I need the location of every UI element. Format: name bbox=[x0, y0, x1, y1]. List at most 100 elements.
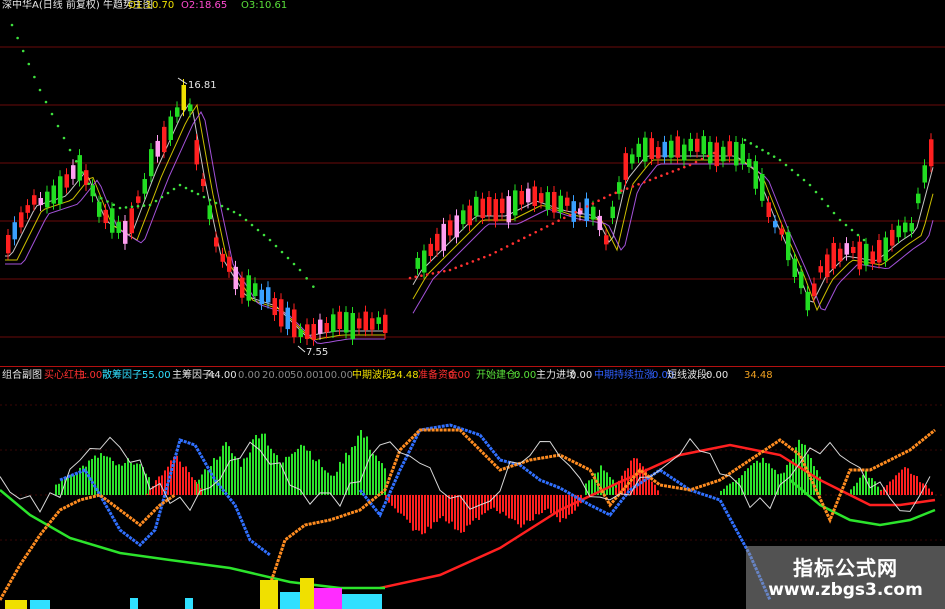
candle-body bbox=[844, 243, 849, 255]
candle-body bbox=[422, 250, 427, 273]
kline-chart-canvas[interactable]: 16.81 7.55 bbox=[0, 0, 945, 609]
support-dot bbox=[625, 187, 629, 190]
support-dot bbox=[545, 225, 549, 228]
green-bar bbox=[91, 458, 93, 495]
stop-dot bbox=[244, 218, 248, 222]
green-bar bbox=[339, 461, 341, 495]
stop-dot bbox=[38, 88, 42, 92]
support-dot bbox=[454, 266, 458, 270]
indicator-item: 44.00 bbox=[208, 370, 237, 381]
support-dot bbox=[528, 233, 532, 237]
support-dot bbox=[631, 185, 635, 188]
candle-body bbox=[467, 205, 472, 226]
support-dot bbox=[568, 213, 572, 217]
green-bar bbox=[76, 472, 78, 495]
green-bar bbox=[273, 453, 275, 495]
stop-dot bbox=[226, 207, 230, 211]
candle-body bbox=[162, 126, 167, 153]
green-bar bbox=[774, 469, 776, 495]
candle-body bbox=[201, 178, 206, 187]
stop-dot bbox=[184, 186, 188, 190]
stop-dot bbox=[93, 193, 97, 197]
candle-body bbox=[84, 170, 89, 186]
indicator-header: 组合副图 买心红柱: 1.00 散筹因子: 55.00 主筹因子: 44.00 0.00 20.… bbox=[0, 370, 945, 382]
red-bar bbox=[505, 495, 507, 516]
red-bar bbox=[403, 495, 405, 516]
stop-dot bbox=[106, 200, 109, 203]
candle-body bbox=[435, 233, 440, 251]
green-bar bbox=[336, 471, 338, 495]
candle-body bbox=[753, 161, 758, 189]
candle-body bbox=[526, 188, 531, 203]
candle-body bbox=[487, 197, 492, 216]
candle-body bbox=[415, 257, 420, 269]
green-bar bbox=[234, 456, 236, 495]
indicator-item: 50.00 bbox=[290, 370, 319, 381]
candle-body bbox=[58, 176, 63, 204]
candle-body bbox=[519, 190, 524, 205]
green-bar bbox=[73, 474, 75, 495]
green-bar bbox=[288, 456, 290, 495]
support-dot bbox=[488, 253, 492, 257]
stop-dot bbox=[784, 163, 788, 167]
red-bar bbox=[502, 495, 504, 512]
candle-body bbox=[32, 195, 37, 205]
candle-body bbox=[129, 208, 134, 234]
candle-body bbox=[916, 193, 921, 204]
candle-body bbox=[649, 138, 654, 159]
red-bar bbox=[400, 495, 402, 514]
red-bar bbox=[478, 495, 480, 520]
red-bar bbox=[179, 461, 181, 495]
candle-body bbox=[279, 299, 284, 327]
red-bar bbox=[421, 495, 423, 535]
green-bar bbox=[321, 467, 323, 495]
green-bar bbox=[55, 484, 57, 495]
support-dot bbox=[602, 196, 606, 200]
red-bar bbox=[158, 476, 160, 495]
candle-body bbox=[727, 141, 732, 157]
green-bar bbox=[729, 483, 731, 495]
green-bar bbox=[330, 475, 332, 495]
candle-body bbox=[103, 209, 108, 224]
support-dot bbox=[494, 250, 498, 254]
candle-body bbox=[12, 222, 17, 240]
red-bar bbox=[550, 495, 552, 514]
indicator-item: 100.00 bbox=[318, 370, 353, 381]
red-bar bbox=[436, 495, 438, 522]
green-bar bbox=[744, 471, 746, 495]
pane-divider[interactable] bbox=[0, 366, 945, 367]
green-bar bbox=[859, 477, 861, 495]
candle-body bbox=[513, 190, 518, 216]
green-bar bbox=[136, 463, 138, 495]
candle-body bbox=[597, 215, 602, 231]
candle-body bbox=[181, 84, 186, 111]
indicator-item: 20.00 bbox=[262, 370, 291, 381]
stop-dot bbox=[850, 228, 854, 232]
green-bar bbox=[130, 462, 132, 495]
green-bar bbox=[856, 482, 858, 495]
green-bar bbox=[312, 459, 314, 495]
green-bar bbox=[732, 482, 734, 495]
green-bar bbox=[118, 464, 120, 495]
candle-body bbox=[838, 248, 843, 262]
stop-dot bbox=[190, 189, 194, 193]
green-bar bbox=[738, 478, 740, 495]
candle-body bbox=[194, 140, 199, 165]
support-dot bbox=[660, 174, 663, 178]
green-bar bbox=[747, 468, 749, 495]
candle-body bbox=[461, 210, 466, 225]
red-bar bbox=[496, 495, 498, 512]
stop-dot bbox=[844, 223, 848, 227]
green-bar bbox=[762, 457, 764, 495]
red-bar bbox=[916, 476, 918, 495]
candle-body bbox=[285, 307, 290, 330]
candle-body bbox=[669, 140, 674, 158]
candle-body bbox=[454, 215, 459, 238]
candle-body bbox=[545, 192, 550, 210]
support-dot bbox=[614, 191, 618, 195]
stop-dot bbox=[166, 191, 170, 195]
candle-body bbox=[929, 139, 934, 167]
green-bar bbox=[327, 472, 329, 495]
stop-dot bbox=[262, 233, 266, 237]
candle-body bbox=[747, 158, 752, 167]
